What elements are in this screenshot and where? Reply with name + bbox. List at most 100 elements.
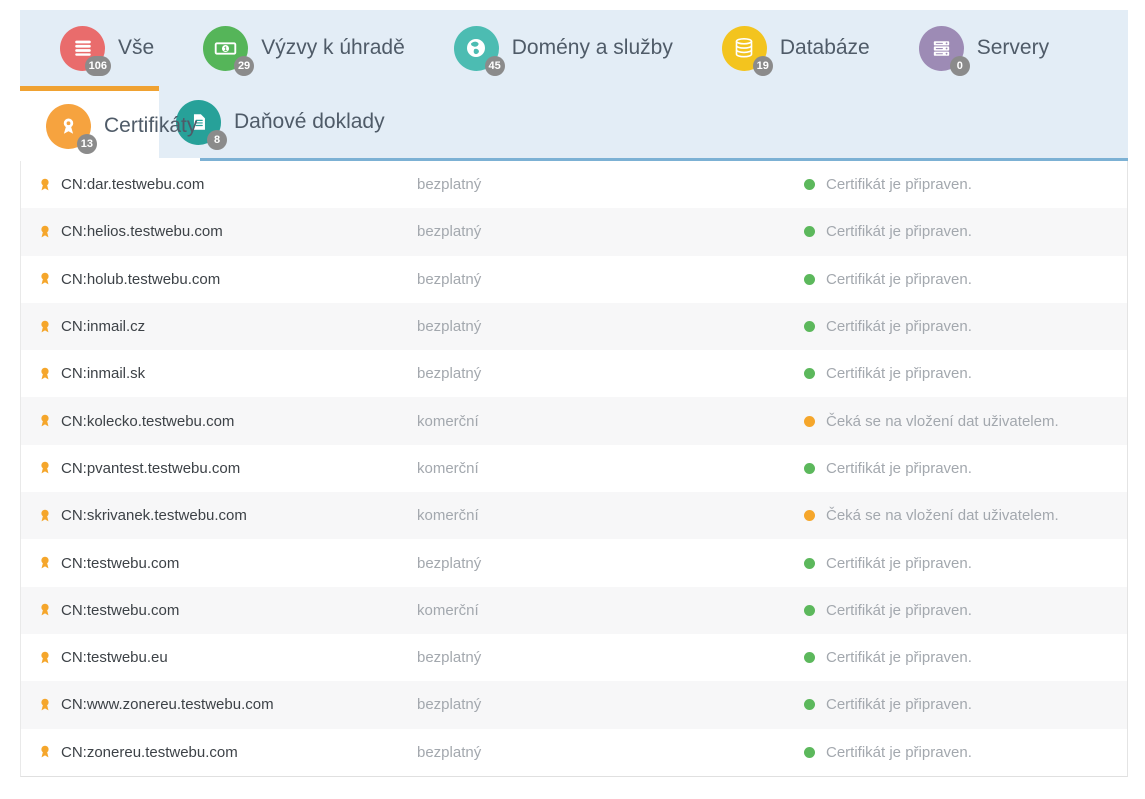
certificate-status: Certifikát je připraven. <box>804 649 1127 666</box>
certificate-type: bezplatný <box>417 176 804 193</box>
certificate-icon <box>37 508 53 524</box>
certificate-icon <box>37 697 53 713</box>
status-text: Certifikát je připraven. <box>826 460 972 477</box>
count-badge: 29 <box>234 56 254 76</box>
certificate-type: bezplatný <box>417 271 804 288</box>
tab-label: Servery <box>977 36 1049 60</box>
certificate-type: bezplatný <box>417 555 804 572</box>
certificate-type: komerční <box>417 413 804 430</box>
certificate-icon <box>37 413 53 429</box>
tab-certifikaty[interactable]: 13 Certifikáty <box>20 86 159 161</box>
certificate-name: CN:inmail.cz <box>61 318 417 335</box>
account-overview-panel: 106 Vše 1 29 Výzvy k úhradě 45 Domény a … <box>20 10 1128 777</box>
certificate-icon <box>37 460 53 476</box>
certificate-type: bezplatný <box>417 696 804 713</box>
certificate-status: Certifikát je připraven. <box>804 365 1127 382</box>
certificate-type: bezplatný <box>417 365 804 382</box>
tab-vse[interactable]: 106 Vše <box>38 26 181 71</box>
certificate-status: Certifikát je připraven. <box>804 744 1127 761</box>
category-tabs-row: 106 Vše 1 29 Výzvy k úhradě 45 Domény a … <box>20 10 1128 86</box>
certificate-status: Čeká se na vložení dat uživatelem. <box>804 507 1127 524</box>
status-text: Certifikát je připraven. <box>826 223 972 240</box>
certificate-name: CN:pvantest.testwebu.com <box>61 460 417 477</box>
status-dot <box>804 652 815 663</box>
certificate-row[interactable]: CN:inmail.cz bezplatný Certifikát je při… <box>21 303 1127 350</box>
certificate-name: CN:kolecko.testwebu.com <box>61 413 417 430</box>
count-badge: 19 <box>753 56 773 76</box>
document-tabs-row: 13 Certifikáty 8 Daňové doklady <box>20 86 1128 158</box>
certificate-type: bezplatný <box>417 223 804 240</box>
certificates-table: CN:dar.testwebu.com bezplatný Certifikát… <box>20 161 1128 777</box>
tab-servery[interactable]: 0 Servery <box>897 26 1076 71</box>
certificate-row[interactable]: CN:skrivanek.testwebu.com komerční Čeká … <box>21 492 1127 539</box>
certificate-icon <box>37 366 53 382</box>
certificate-row[interactable]: CN:holub.testwebu.com bezplatný Certifik… <box>21 256 1127 303</box>
count-badge: 13 <box>77 134 97 154</box>
certificate-status: Certifikát je připraven. <box>804 223 1127 240</box>
server-icon <box>930 37 953 60</box>
tab-label: Certifikáty <box>104 114 197 138</box>
status-text: Certifikát je připraven. <box>826 271 972 288</box>
status-text: Certifikát je připraven. <box>826 365 972 382</box>
certificate-type: komerční <box>417 602 804 619</box>
certificate-status: Certifikát je připraven. <box>804 602 1127 619</box>
certificate-type: komerční <box>417 460 804 477</box>
status-dot <box>804 463 815 474</box>
certificate-name: CN:testwebu.com <box>61 602 417 619</box>
certificate-status: Čeká se na vložení dat uživatelem. <box>804 413 1127 430</box>
award-icon <box>57 115 80 138</box>
certificate-row[interactable]: CN:www.zonereu.testwebu.com bezplatný Ce… <box>21 681 1127 728</box>
certificate-row[interactable]: CN:pvantest.testwebu.com komerční Certif… <box>21 445 1127 492</box>
status-text: Certifikát je připraven. <box>826 318 972 335</box>
certificate-icon <box>37 224 53 240</box>
certificate-name: CN:helios.testwebu.com <box>61 223 417 240</box>
tab-label: Vše <box>118 36 154 60</box>
certificate-row[interactable]: CN:dar.testwebu.com bezplatný Certifikát… <box>21 161 1127 208</box>
tab-databaze[interactable]: 19 Databáze <box>700 26 897 71</box>
certificate-type: komerční <box>417 507 804 524</box>
status-dot <box>804 321 815 332</box>
globe-icon <box>464 36 488 60</box>
tab-vyzvy-k-uhrade[interactable]: 1 29 Výzvy k úhradě <box>181 26 432 71</box>
status-dot <box>804 558 815 569</box>
certificate-row[interactable]: CN:kolecko.testwebu.com komerční Čeká se… <box>21 397 1127 444</box>
certificate-row[interactable]: CN:inmail.sk bezplatný Certifikát je při… <box>21 350 1127 397</box>
certificate-icon <box>37 177 53 193</box>
status-text: Certifikát je připraven. <box>826 176 972 193</box>
certificate-type: bezplatný <box>417 744 804 761</box>
status-dot <box>804 179 815 190</box>
certificate-status: Certifikát je připraven. <box>804 318 1127 335</box>
certificate-name: CN:testwebu.com <box>61 555 417 572</box>
certificate-icon <box>37 555 53 571</box>
status-dot <box>804 699 815 710</box>
status-dot <box>804 274 815 285</box>
certificate-status: Certifikát je připraven. <box>804 271 1127 288</box>
status-dot <box>804 226 815 237</box>
certificate-row[interactable]: CN:testwebu.eu bezplatný Certifikát je p… <box>21 634 1127 681</box>
status-text: Certifikát je připraven. <box>826 744 972 761</box>
svg-text:1: 1 <box>224 45 228 52</box>
certificate-status: Certifikát je připraven. <box>804 460 1127 477</box>
tab-label: Domény a služby <box>512 36 673 60</box>
certificate-name: CN:holub.testwebu.com <box>61 271 417 288</box>
tab-domeny-a-sluzby[interactable]: 45 Domény a služby <box>432 26 700 71</box>
certificate-type: bezplatný <box>417 318 804 335</box>
status-dot <box>804 416 815 427</box>
certificate-row[interactable]: CN:zonereu.testwebu.com bezplatný Certif… <box>21 729 1127 776</box>
certificate-status: Certifikát je připraven. <box>804 176 1127 193</box>
status-text: Certifikát je připraven. <box>826 602 972 619</box>
certificate-row[interactable]: CN:testwebu.com komerční Certifikát je p… <box>21 587 1127 634</box>
list-icon <box>72 37 94 59</box>
status-text: Certifikát je připraven. <box>826 555 972 572</box>
certificate-icon <box>37 650 53 666</box>
tab-strip: 106 Vše 1 29 Výzvy k úhradě 45 Domény a … <box>20 10 1128 158</box>
count-badge: 0 <box>950 56 970 76</box>
certificate-name: CN:zonereu.testwebu.com <box>61 744 417 761</box>
banknote-icon: 1 <box>213 36 238 61</box>
certificate-row[interactable]: CN:testwebu.com bezplatný Certifikát je … <box>21 539 1127 586</box>
tab-label: Výzvy k úhradě <box>261 36 405 60</box>
database-icon <box>732 36 756 60</box>
count-badge: 45 <box>485 56 505 76</box>
certificate-row[interactable]: CN:helios.testwebu.com bezplatný Certifi… <box>21 208 1127 255</box>
certificate-icon <box>37 602 53 618</box>
